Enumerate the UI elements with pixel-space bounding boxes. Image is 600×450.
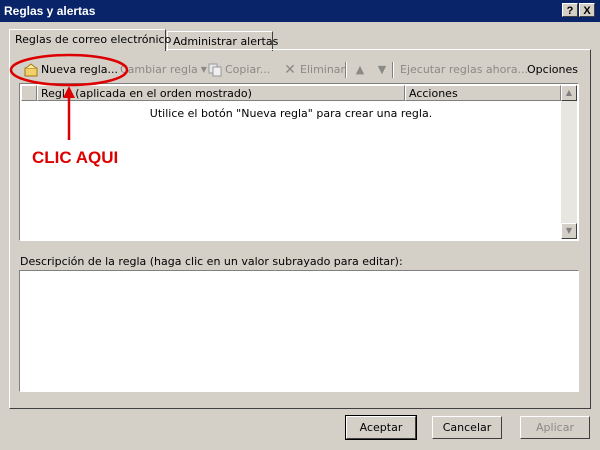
annotation-label: CLIC AQUI xyxy=(32,148,119,167)
annotation-overlay xyxy=(9,53,129,140)
annotation-arrow-head xyxy=(63,86,75,98)
highlight-ellipse xyxy=(9,53,129,87)
